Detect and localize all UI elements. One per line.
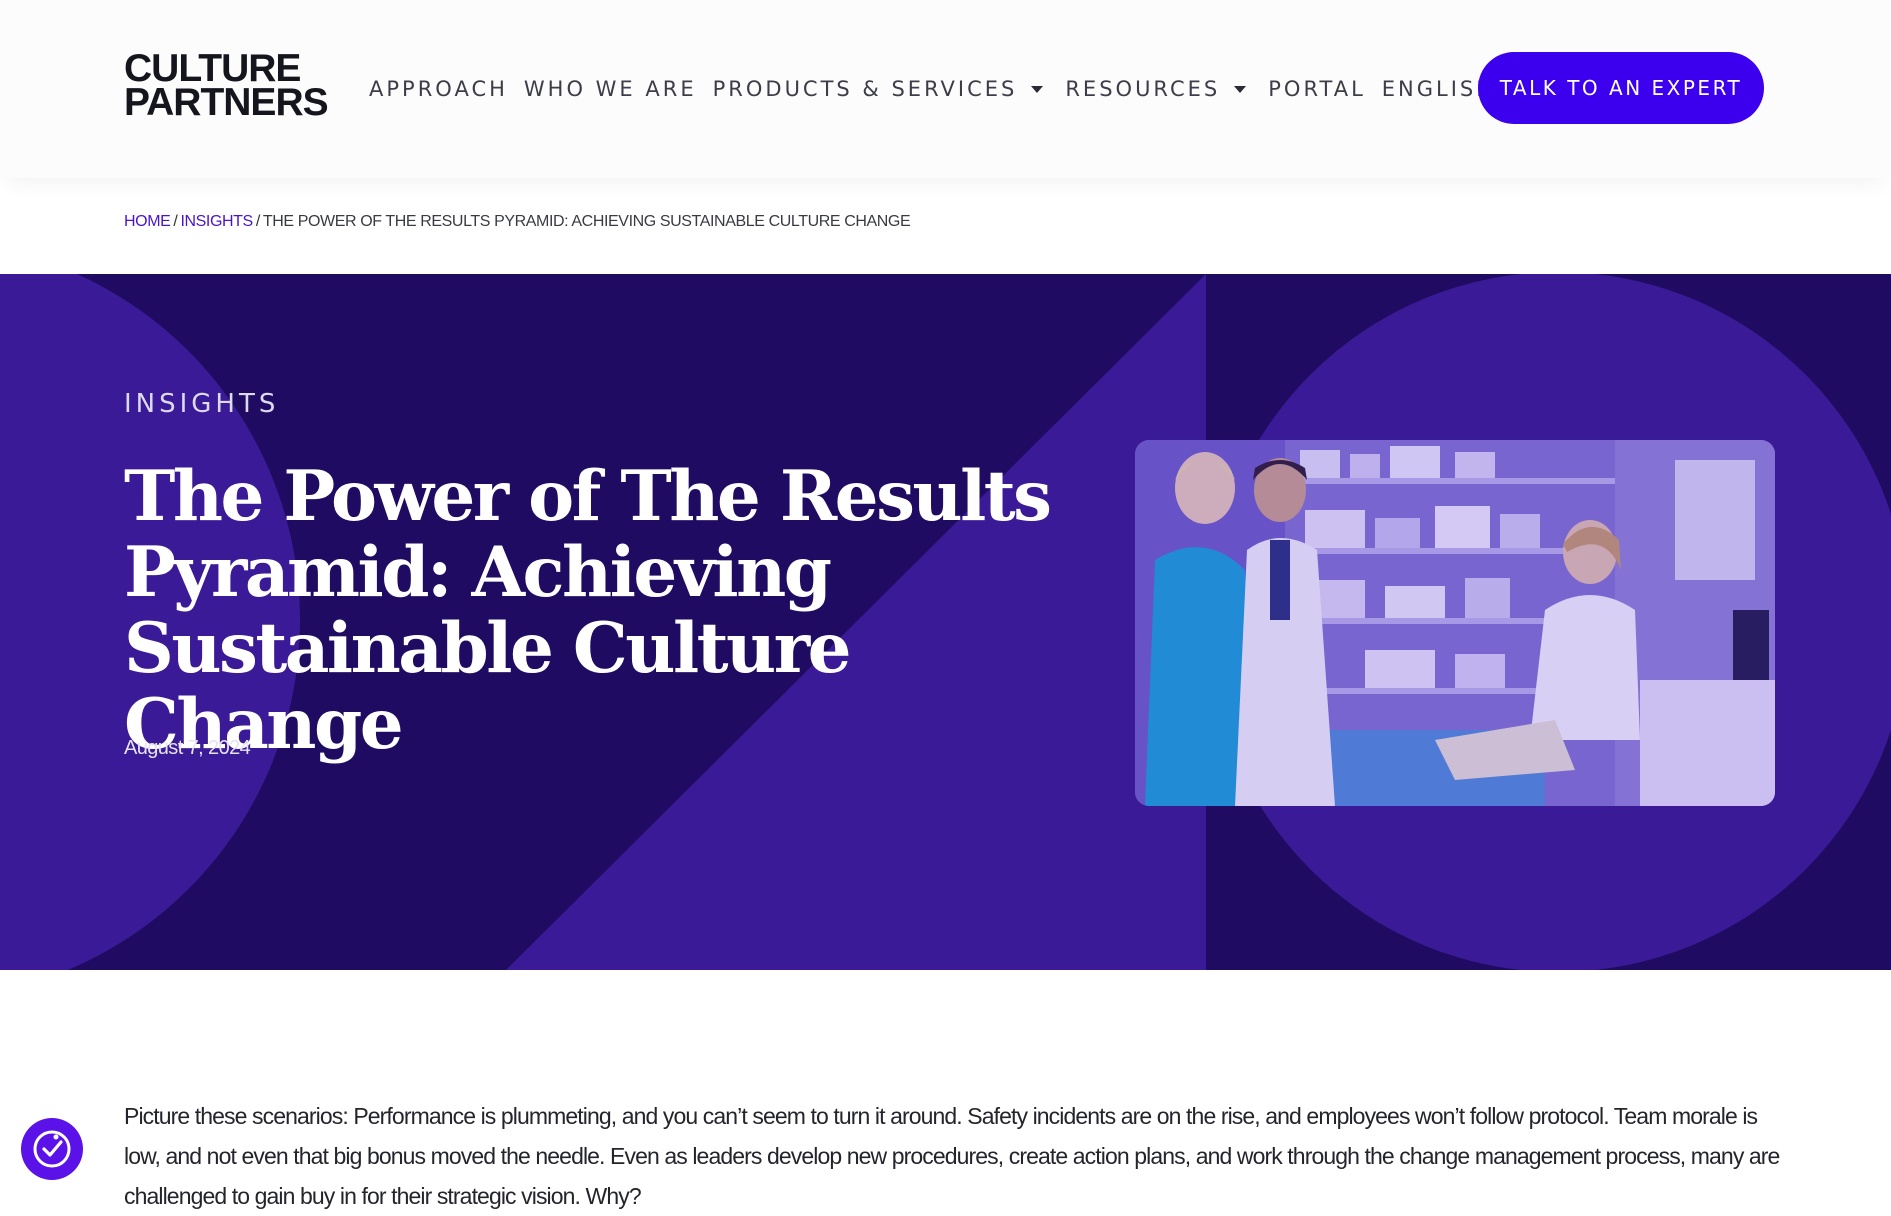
main-navigation: APPROACH WHO WE ARE PRODUCTS & SERVICES … (369, 74, 1543, 104)
category-label: INSIGHTS (124, 389, 280, 419)
nav-item-portal[interactable]: PORTAL (1268, 77, 1366, 101)
talk-to-expert-button[interactable]: TALK TO AN EXPERT (1478, 52, 1764, 124)
breadcrumb-home-link[interactable]: HOME (124, 213, 171, 230)
nav-label: WHO WE ARE (523, 77, 697, 101)
article-intro-paragraph: Picture these scenarios: Performance is … (124, 1103, 1780, 1209)
nav-item-who-we-are[interactable]: WHO WE ARE (524, 77, 697, 101)
nav-item-approach[interactable]: APPROACH (369, 77, 508, 101)
publish-date: August 7, 2024 (124, 737, 251, 759)
accessibility-button[interactable] (21, 1118, 83, 1180)
chevron-down-icon[interactable] (1031, 85, 1044, 93)
hero-image (1135, 440, 1775, 806)
hero-section: INSIGHTS The Power of The Results Pyrami… (0, 274, 1891, 970)
breadcrumb-current: THE POWER OF THE RESULTS PYRAMID: ACHIEV… (262, 213, 911, 230)
breadcrumb-separator: / (255, 213, 260, 230)
article-title: The Power of The Results Pyramid: Achiev… (124, 456, 1052, 765)
nav-item-products-services[interactable]: PRODUCTS & SERVICES (713, 77, 1050, 101)
nav-label: RESOURCES (1065, 77, 1221, 101)
nav-label: APPROACH (369, 77, 508, 101)
nav-item-resources[interactable]: RESOURCES (1065, 77, 1252, 101)
nav-label: PRODUCTS & SERVICES (712, 77, 1018, 101)
breadcrumb-insights-link[interactable]: INSIGHTS (180, 213, 253, 230)
breadcrumb: HOME / INSIGHTS / THE POWER OF THE RESULTS P… (124, 213, 911, 231)
nav-label: PORTAL (1268, 77, 1366, 101)
breadcrumb-separator: / (173, 213, 178, 230)
logo-line-2: PARTNERS (124, 81, 329, 124)
photo-of-healthcare-workers-icon (1135, 440, 1775, 806)
culture-partners-logo[interactable]: CULTURE PARTNERS (124, 49, 329, 124)
chevron-down-icon[interactable] (1234, 85, 1247, 93)
site-header: CULTURE PARTNERS APPROACH WHO WE ARE PRO… (0, 0, 1891, 178)
accessibility-icon (33, 1130, 71, 1168)
